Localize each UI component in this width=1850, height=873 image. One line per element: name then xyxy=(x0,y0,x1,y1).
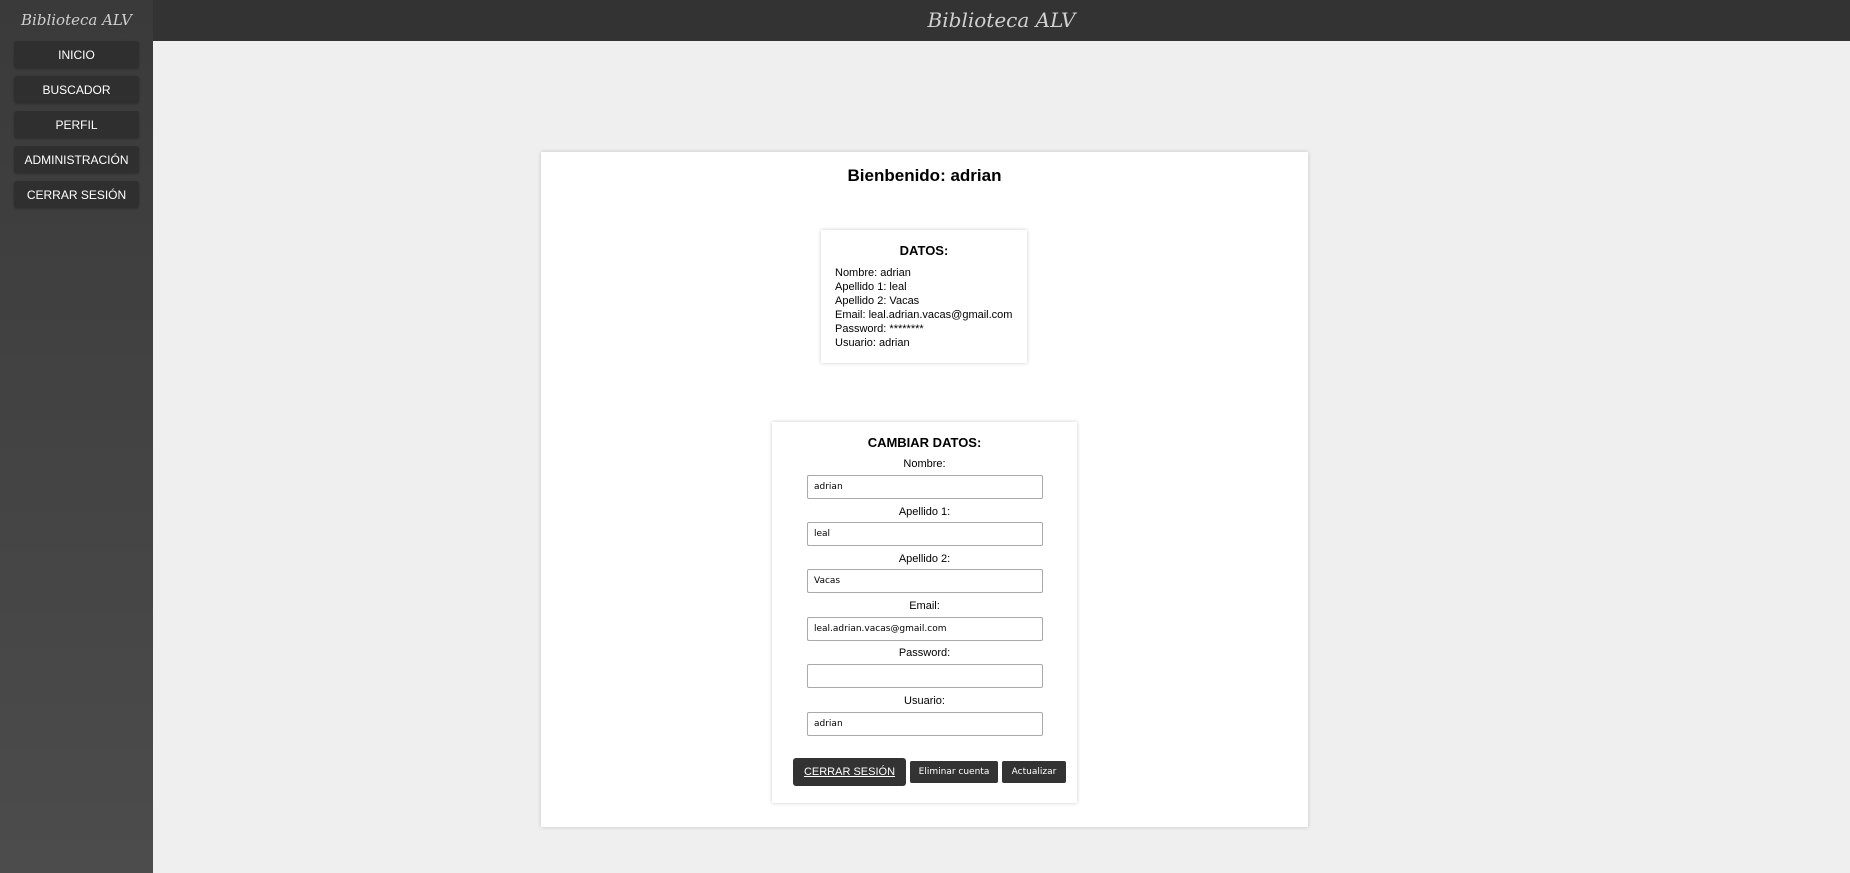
header-bar: Biblioteca ALV xyxy=(153,0,1850,41)
profile-card: Bienbenido: adrian DATOS: Nombre: adrian… xyxy=(541,152,1308,827)
sidebar: Biblioteca ALV INICIO BUSCADOR PERFIL AD… xyxy=(0,0,153,873)
password-field[interactable] xyxy=(807,664,1043,688)
email-label: Email: xyxy=(909,600,940,612)
user-data-title: DATOS: xyxy=(899,243,949,258)
sidebar-item-inicio[interactable]: INICIO xyxy=(14,41,139,68)
update-button[interactable]: Actualizar xyxy=(1002,761,1066,783)
sidebar-item-cerrar-sesion[interactable]: CERRAR SESIÓN xyxy=(14,181,139,208)
header-title: Biblioteca ALV xyxy=(927,8,1076,32)
password-label: Password: xyxy=(898,647,951,659)
change-data-form: CAMBIAR DATOS: Nombre: Apellido 1: Apell… xyxy=(772,422,1077,803)
apellido1-field[interactable] xyxy=(807,522,1043,546)
welcome-heading: Bienbenido: adrian xyxy=(847,166,1002,185)
nombre-label: Nombre: xyxy=(903,458,946,470)
sidebar-item-buscador[interactable]: BUSCADOR xyxy=(14,76,139,103)
sidebar-item-perfil[interactable]: PERFIL xyxy=(14,111,139,138)
email-field[interactable] xyxy=(807,617,1043,641)
change-data-title: CAMBIAR DATOS: xyxy=(867,435,982,450)
usuario-field[interactable] xyxy=(807,712,1043,736)
user-data-nombre: Nombre: adrian xyxy=(835,267,911,279)
delete-account-button[interactable]: Eliminar cuenta xyxy=(910,761,998,783)
sidebar-item-administracion[interactable]: ADMINISTRACIÓN xyxy=(14,146,139,173)
user-data-password: Password: ******** xyxy=(835,323,924,335)
apellido2-label: Apellido 2: xyxy=(898,553,951,565)
apellido2-field[interactable] xyxy=(807,569,1043,593)
user-data-email: Email: leal.adrian.vacas@gmail.com xyxy=(835,309,1013,321)
user-data-box: DATOS: Nombre: adrian Apellido 1: leal A… xyxy=(821,230,1027,363)
usuario-label: Usuario: xyxy=(904,695,945,707)
user-data-usuario: Usuario: adrian xyxy=(835,337,910,349)
apellido1-label: Apellido 1: xyxy=(898,506,951,518)
logout-button[interactable]: CERRAR SESIÓN xyxy=(793,758,906,786)
user-data-apellido2: Apellido 2: Vacas xyxy=(835,295,920,307)
user-data-apellido1: Apellido 1: leal xyxy=(835,281,907,293)
nombre-field[interactable] xyxy=(807,475,1043,499)
